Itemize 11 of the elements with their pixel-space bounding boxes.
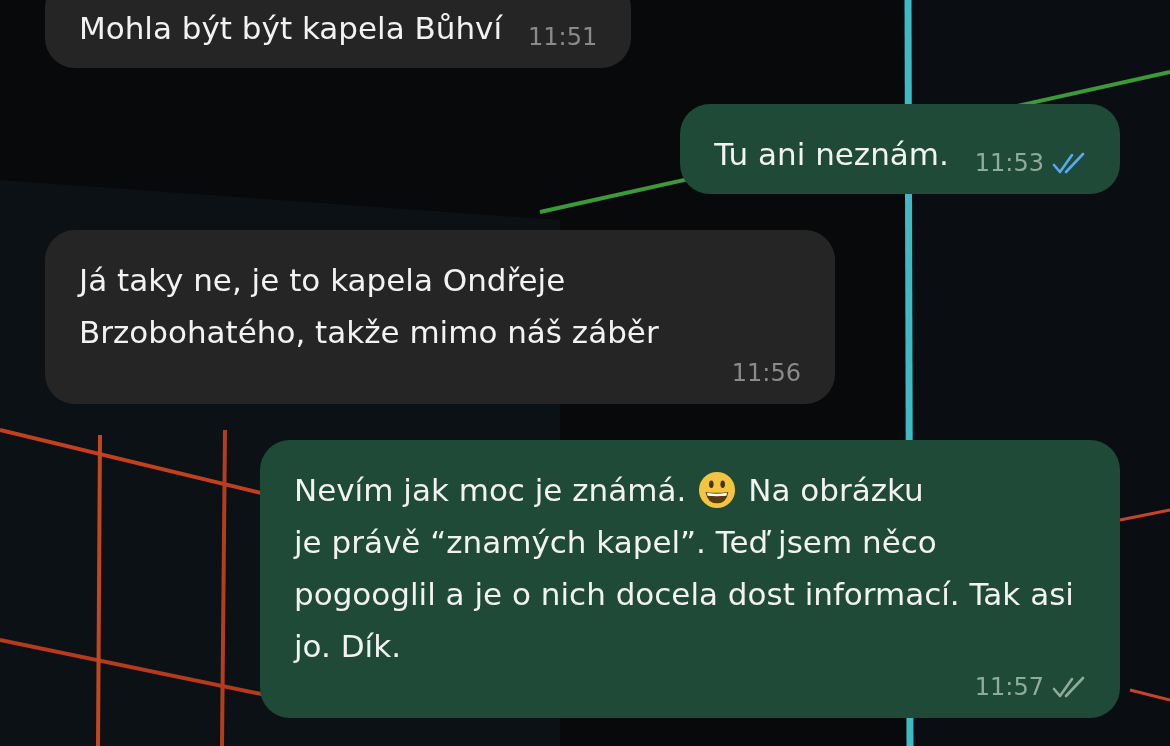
message-time: 11:53 — [974, 148, 1044, 178]
message-text: Nevím jak moc je známá. — [294, 471, 687, 510]
message-text: Tu ani neznám. — [714, 135, 949, 174]
message-time: 11:51 — [528, 22, 598, 52]
message-time: 11:57 — [974, 672, 1044, 702]
message-time: 11:56 — [731, 358, 801, 388]
message-text: Já taky ne, je to kapela Ondřeje Brzobohatého, takže mimo náš záběr — [79, 261, 660, 352]
message-text: je právě “znamých kapel”. Teď jsem něco pogooglil a je o nich docela dost informací. Tak asi jo. Dík. — [294, 523, 1075, 666]
smiley-icon — [698, 471, 737, 509]
message-text: Mohla být být kapela Bůhví — [79, 9, 503, 48]
message-text: Na obrázku — [748, 471, 924, 510]
